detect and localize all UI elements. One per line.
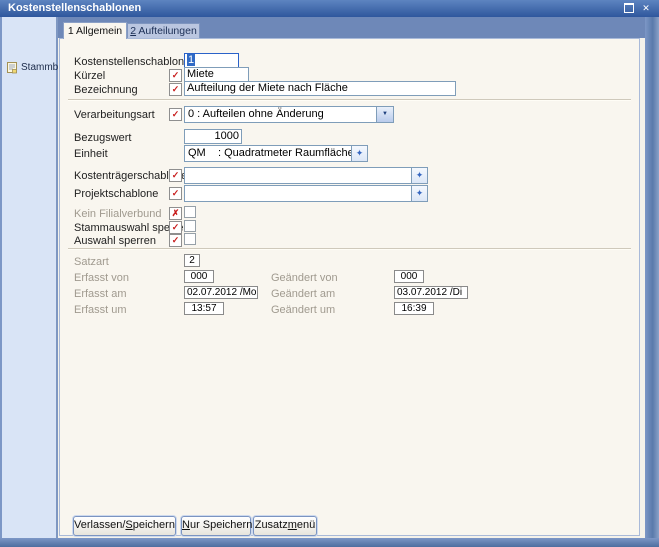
kein-filialverbund-checkbox[interactable] (184, 206, 196, 218)
close-button[interactable]: ✕ (639, 2, 653, 14)
label-projektschablone: Projektschablone (74, 188, 158, 200)
einheit-combo[interactable]: QM : Quadratmeter Raumfläche ✦ (184, 145, 368, 162)
label-erfasst-am: Erfasst am (74, 288, 127, 300)
satzart-value: 2 (184, 254, 200, 267)
red-check-icon: ✓ (172, 170, 180, 180)
form-page-icon (6, 61, 18, 74)
kuerzel-edit-indicator[interactable]: ✓ (169, 69, 182, 82)
separator (68, 248, 631, 250)
kuerzel-field[interactable]: Miete (184, 67, 249, 82)
tab-allgemein[interactable]: 1 Allgemein (63, 22, 127, 39)
red-check-icon: ✓ (172, 188, 180, 198)
geaendert-am-value: 03.07.2012 /Di (394, 286, 468, 299)
verarbeitungsart-dropdown[interactable]: 0 : Aufteilen ohne Änderung ▼ (184, 106, 394, 123)
label-erfasst-um: Erfasst um (74, 304, 127, 316)
label-bezugswert: Bezugswert (74, 132, 131, 144)
kostenstellenschablone-value: 1 (187, 54, 195, 66)
red-check-icon: ✓ (172, 222, 180, 232)
main-area: 1 Allgemein 2 Aufteilungen Kostenstellen… (58, 17, 645, 538)
verarbeitungsart-value: 0 : Aufteilen ohne Änderung (185, 107, 376, 122)
label-kuerzel: Kürzel (74, 70, 105, 82)
red-check-icon: ✓ (172, 70, 180, 80)
window-title: Kostenstellenschablonen (8, 2, 141, 14)
geaendert-von-value: 000 (394, 270, 424, 283)
bezugswert-value: 1000 (215, 130, 239, 142)
content-panel: Kostenstellenschablone 1 Kürzel ✓ Miete … (59, 38, 640, 536)
einheit-value: QM : Quadratmeter Raumfläche (185, 146, 351, 161)
label-auswahl-sperren: Auswahl sperren (74, 235, 156, 247)
restore-icon (624, 3, 634, 13)
label-satzart: Satzart (74, 256, 109, 268)
app-window: Kostenstellenschablonen ✕ Stammblatt 1 A… (0, 0, 659, 547)
label-verarbeitungsart: Verarbeitungsart (74, 109, 155, 121)
restore-button[interactable] (622, 2, 636, 14)
chevron-down-icon[interactable]: ▼ (376, 107, 393, 122)
lookup-icon[interactable]: ✦ (411, 186, 427, 201)
verarbeitungsart-edit-indicator[interactable]: ✓ (169, 108, 182, 121)
geaendert-um-value: 16:39 (394, 302, 434, 315)
button-label-part: Zusatz (255, 519, 288, 531)
bezugswert-field[interactable]: 1000 (184, 129, 242, 144)
kostentraegerschablone-edit-indicator[interactable]: ✓ (169, 169, 182, 182)
projektschablone-value (185, 186, 411, 201)
bezeichnung-edit-indicator[interactable]: ✓ (169, 83, 182, 96)
stammauswahl-sperren-checkbox[interactable] (184, 220, 196, 232)
button-accel: S (125, 519, 132, 531)
red-check-icon: ✓ (172, 84, 180, 94)
sidebar: Stammblatt (2, 17, 58, 538)
erfasst-um-value: 13:57 (184, 302, 224, 315)
stammauswahl-sperren-edit-indicator[interactable]: ✓ (169, 221, 182, 234)
red-check-icon: ✓ (172, 109, 180, 119)
auswahl-sperren-checkbox[interactable] (184, 233, 196, 245)
bezeichnung-value: Aufteilung der Miete nach Fläche (187, 82, 348, 94)
tab-allgemein-label: 1 Allgemein (68, 25, 122, 37)
button-label-part: peichern (133, 519, 175, 531)
separator (68, 99, 631, 101)
verlassen-speichern-button[interactable]: Verlassen/Speichern (73, 516, 176, 536)
lookup-icon[interactable]: ✦ (351, 146, 367, 161)
red-cross-icon: ✗ (172, 208, 180, 218)
window-border-right (645, 17, 659, 538)
bezeichnung-field[interactable]: Aufteilung der Miete nach Fläche (184, 81, 456, 96)
kostentraegerschablone-value (185, 168, 411, 183)
button-accel: N (182, 519, 190, 531)
tab-aufteilungen-label: Aufteilungen (136, 25, 197, 37)
einheit-code: QM (188, 147, 206, 159)
kein-filialverbund-edit-indicator[interactable]: ✗ (169, 207, 182, 220)
nur-speichern-button[interactable]: Nur Speichern (181, 516, 251, 536)
button-accel: m (288, 519, 297, 531)
close-icon: ✕ (642, 3, 650, 13)
kuerzel-value: Miete (187, 68, 214, 80)
button-label-part: ur Speichern (190, 519, 252, 531)
zusatzmenue-button[interactable]: Zusatzmenü (253, 516, 317, 536)
label-kostenstellenschablone: Kostenstellenschablone (74, 56, 190, 68)
window-border-bottom (0, 538, 659, 547)
erfasst-am-value: 02.07.2012 /Mo (184, 286, 258, 299)
auswahl-sperren-edit-indicator[interactable]: ✓ (169, 234, 182, 247)
erfasst-von-value: 000 (184, 270, 214, 283)
lookup-icon[interactable]: ✦ (411, 168, 427, 183)
projektschablone-edit-indicator[interactable]: ✓ (169, 187, 182, 200)
kostenstellenschablone-field[interactable]: 1 (184, 53, 239, 68)
tab-aufteilungen[interactable]: 2 Aufteilungen (127, 23, 200, 38)
button-label-part: Verlassen/ (74, 519, 125, 531)
label-geaendert-am: Geändert am (271, 288, 335, 300)
label-geaendert-von: Geändert von (271, 272, 338, 284)
einheit-desc: : Quadratmeter Raumfläche (218, 147, 351, 159)
label-erfasst-von: Erfasst von (74, 272, 129, 284)
kostentraegerschablone-combo[interactable]: ✦ (184, 167, 428, 184)
title-bar: Kostenstellenschablonen ✕ (0, 0, 659, 17)
label-bezeichnung: Bezeichnung (74, 84, 138, 96)
label-geaendert-um: Geändert um (271, 304, 335, 316)
projektschablone-combo[interactable]: ✦ (184, 185, 428, 202)
label-einheit: Einheit (74, 148, 108, 160)
red-check-icon: ✓ (172, 235, 180, 245)
button-label-part: enü (297, 519, 315, 531)
label-kein-filialverbund: Kein Filialverbund (74, 208, 161, 220)
